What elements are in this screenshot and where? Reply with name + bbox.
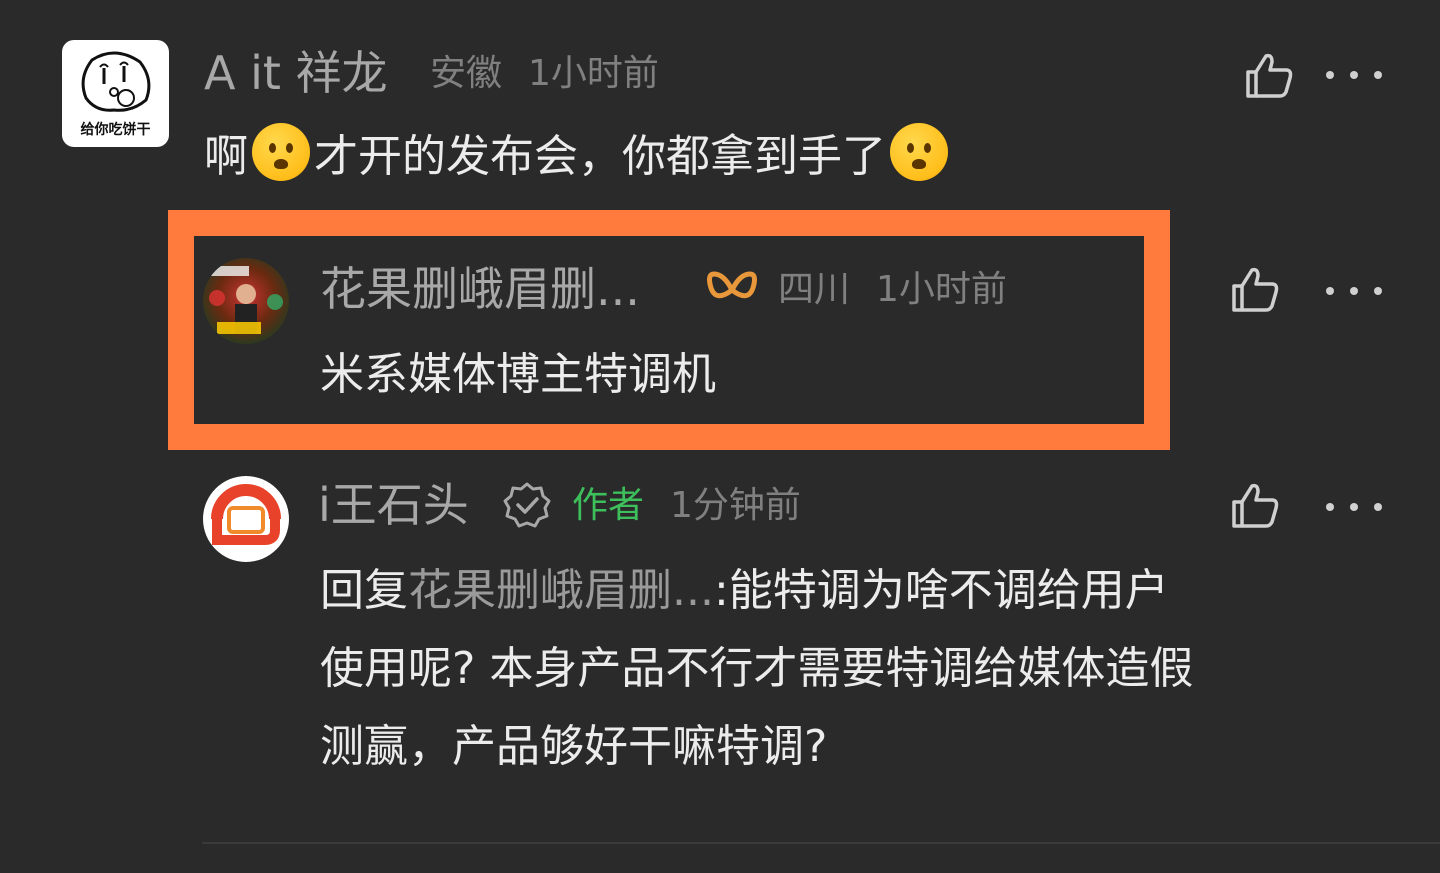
comment-thread: 给你吃饼干 A it 祥龙 安徽 1小时前 啊 才开的发布会，你都拿到手了 花果删…: [0, 0, 1440, 873]
divider: [202, 842, 1440, 844]
reply-prefix: 回复: [320, 565, 408, 616]
avatar-image: [209, 266, 283, 334]
like-icon[interactable]: [1226, 478, 1282, 534]
reply-text: 米系媒体博主特调机: [320, 349, 716, 400]
reply-commenter-name[interactable]: 花果删峨眉删...: [320, 266, 640, 312]
avatar-caption: 给你吃饼干: [80, 122, 151, 138]
like-icon[interactable]: [1226, 262, 1282, 318]
author-reply-line2: 使用呢? 本身产品不行才需要特调给媒体造假: [320, 643, 1194, 694]
reply-time: 1小时前: [876, 269, 1007, 310]
more-options-icon[interactable]: [1326, 281, 1382, 301]
astonished-emoji-icon: [252, 123, 310, 181]
infinity-badge-icon: [707, 271, 757, 299]
highlight-frame: [168, 210, 1170, 450]
avatar[interactable]: [203, 258, 289, 344]
more-options-icon[interactable]: [1326, 497, 1382, 517]
author-name[interactable]: i王石头: [318, 482, 469, 528]
comment-time: 1小时前: [528, 53, 659, 94]
avatar[interactable]: 给你吃饼干: [62, 40, 169, 147]
comment-text: 啊 才开的发布会，你都拿到手了: [204, 118, 952, 196]
reply-line1-rest: :能特调为啥不调给用户: [713, 565, 1169, 616]
like-icon[interactable]: [1240, 48, 1296, 104]
author-reply-line1: 回复花果删峨眉删...:能特调为啥不调给用户: [320, 552, 1169, 630]
more-options-icon[interactable]: [1326, 65, 1382, 85]
verified-badge-icon: [503, 482, 551, 528]
reply-to-link[interactable]: 花果删峨眉删...: [408, 565, 714, 616]
astonished-emoji-icon: [890, 123, 948, 181]
author-reply-line3: 测赢，产品够好干嘛特调?: [320, 721, 828, 772]
author-logo-icon: [206, 479, 286, 559]
avatar[interactable]: [203, 476, 289, 562]
author-badge: 作者: [572, 485, 645, 526]
commenter-location: 安徽: [430, 53, 503, 94]
comment-text-main: 才开的发布会，你都拿到手了: [314, 131, 886, 182]
commenter-name[interactable]: A it 祥龙: [204, 50, 388, 96]
reply-commenter-location: 四川: [778, 269, 851, 310]
author-reply-time: 1分钟前: [670, 485, 801, 526]
comment-text-start: 啊: [204, 131, 248, 182]
doodle-face-icon: [81, 51, 151, 112]
